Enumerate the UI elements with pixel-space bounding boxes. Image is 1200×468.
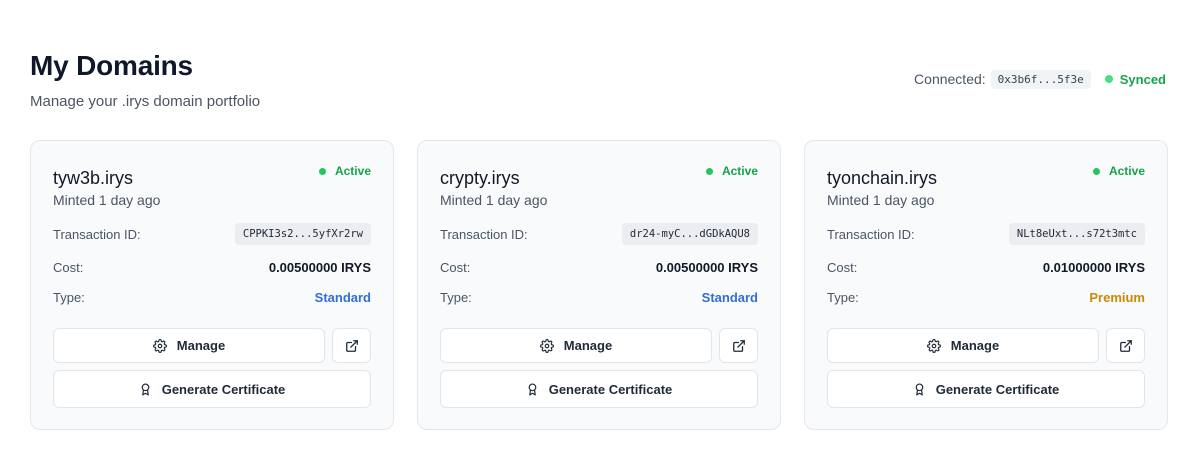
status-dot-icon	[318, 167, 326, 175]
type-value: Premium	[1089, 289, 1145, 305]
type-row: Type: Standard	[440, 287, 758, 307]
cost-label: Cost:	[440, 259, 471, 275]
manage-button[interactable]: Manage	[827, 328, 1099, 363]
status-badge: Active	[1092, 164, 1145, 178]
gear-icon	[152, 338, 167, 353]
transaction-id-value[interactable]: NLt8eUxt...s72t3mtc	[1008, 223, 1145, 245]
generate-certificate-label: Generate Certificate	[935, 381, 1060, 397]
connection-status: Connected: 0x3b6f...5f3e Synced	[914, 68, 1166, 90]
sync-dot-icon	[1104, 75, 1113, 83]
award-icon	[526, 382, 539, 397]
open-external-button[interactable]	[719, 328, 758, 363]
domain-name: tyw3b.irys	[53, 168, 134, 188]
domain-minted: Minted 1 day ago	[440, 192, 548, 208]
status-text: Active	[1108, 164, 1145, 178]
award-icon	[139, 382, 152, 397]
award-icon	[913, 382, 926, 397]
cost-value: 0.00500000 IRYS	[655, 259, 758, 275]
status-badge: Active	[705, 164, 758, 178]
sync-status: Synced	[1104, 71, 1166, 87]
type-label: Type:	[440, 289, 472, 305]
open-external-button[interactable]	[1106, 328, 1145, 363]
type-row: Type: Standard	[53, 287, 371, 307]
generate-certificate-button[interactable]: Generate Certificate	[53, 370, 371, 408]
transaction-id-row: Transaction ID: dr24-myC...dGDkAQU8	[440, 222, 758, 246]
domain-name: crypty.irys	[440, 168, 520, 188]
manage-button[interactable]: Manage	[53, 328, 325, 363]
type-value: Standard	[701, 289, 758, 305]
transaction-id-label: Transaction ID:	[53, 226, 141, 242]
transaction-id-label: Transaction ID:	[827, 226, 915, 242]
domain-card: tyw3b.irys Minted 1 day ago Active Trans…	[30, 140, 394, 430]
cost-value: 0.01000000 IRYS	[1042, 259, 1145, 275]
cost-row: Cost: 0.00500000 IRYS	[440, 257, 758, 277]
generate-certificate-label: Generate Certificate	[161, 381, 286, 397]
status-text: Active	[721, 164, 758, 178]
type-label: Type:	[827, 289, 859, 305]
page-title: My Domains	[30, 50, 193, 81]
cost-row: Cost: 0.00500000 IRYS	[53, 257, 371, 277]
type-label: Type:	[53, 289, 85, 305]
page-header: My Domains Manage your .irys domain port…	[30, 50, 260, 112]
open-external-button[interactable]	[332, 328, 371, 363]
domain-name: tyonchain.irys	[827, 168, 938, 188]
type-row: Type: Premium	[827, 287, 1145, 307]
status-dot-icon	[1092, 167, 1100, 175]
manage-button-label: Manage	[176, 338, 226, 353]
page-subtitle: Manage your .irys domain portfolio	[30, 93, 261, 110]
generate-certificate-button[interactable]: Generate Certificate	[827, 370, 1145, 408]
status-text: Active	[334, 164, 371, 178]
connected-label: Connected:	[914, 71, 986, 87]
cost-label: Cost:	[53, 259, 84, 275]
external-link-icon	[732, 339, 746, 353]
cost-label: Cost:	[827, 259, 858, 275]
transaction-id-label: Transaction ID:	[440, 226, 528, 242]
manage-button[interactable]: Manage	[440, 328, 712, 363]
domain-card: crypty.irys Minted 1 day ago Active Tran…	[417, 140, 781, 430]
generate-certificate-button[interactable]: Generate Certificate	[440, 370, 758, 408]
cost-row: Cost: 0.01000000 IRYS	[827, 257, 1145, 277]
domain-card-list: tyw3b.irys Minted 1 day ago Active Trans…	[30, 140, 1168, 430]
cost-value: 0.00500000 IRYS	[268, 259, 371, 275]
transaction-id-value[interactable]: CPPKI3s2...5yfXr2rw	[234, 223, 371, 245]
gear-icon	[539, 338, 554, 353]
manage-button-label: Manage	[950, 338, 1000, 353]
domain-card: tyonchain.irys Minted 1 day ago Active T…	[804, 140, 1168, 430]
generate-certificate-label: Generate Certificate	[548, 381, 673, 397]
type-value: Standard	[314, 289, 371, 305]
status-dot-icon	[705, 167, 713, 175]
status-badge: Active	[318, 164, 371, 178]
transaction-id-row: Transaction ID: CPPKI3s2...5yfXr2rw	[53, 222, 371, 246]
wallet-address[interactable]: 0x3b6f...5f3e	[990, 69, 1091, 89]
sync-status-text: Synced	[1119, 71, 1166, 87]
external-link-icon	[1119, 339, 1133, 353]
transaction-id-value[interactable]: dr24-myC...dGDkAQU8	[621, 223, 758, 245]
domain-minted: Minted 1 day ago	[827, 192, 935, 208]
transaction-id-row: Transaction ID: NLt8eUxt...s72t3mtc	[827, 222, 1145, 246]
external-link-icon	[345, 339, 359, 353]
manage-button-label: Manage	[563, 338, 613, 353]
domain-minted: Minted 1 day ago	[53, 192, 161, 208]
gear-icon	[926, 338, 941, 353]
